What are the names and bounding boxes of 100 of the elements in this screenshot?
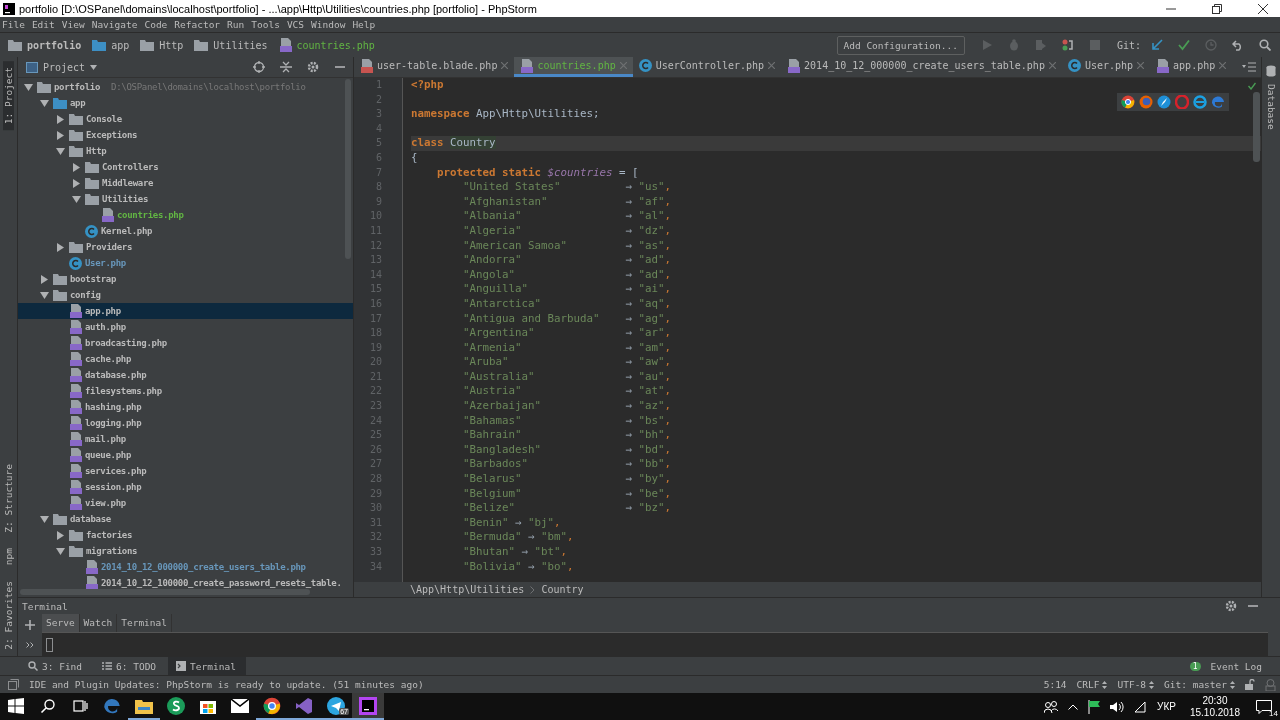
tool-window-button[interactable]: Terminal [168, 657, 246, 675]
tab-list-icon[interactable] [1242, 62, 1256, 72]
scrollbar[interactable] [1253, 92, 1260, 162]
editor-tab[interactable]: User.php [1061, 57, 1151, 77]
menu-item[interactable]: View [61, 19, 85, 30]
menu-item[interactable]: Code [144, 19, 168, 30]
tree-item[interactable]: broadcasting.php [18, 335, 353, 351]
tool-window-tab[interactable]: Z: Structure [3, 457, 14, 539]
tree-item[interactable]: portfolio D:\OSPanel\domains\localhost\portfolio [18, 79, 353, 95]
editor-tab[interactable]: 2014_10_12_000000_create_users_table.php [781, 57, 1062, 77]
search-icon[interactable] [40, 697, 56, 714]
menu-item[interactable]: Edit [31, 19, 55, 30]
people-icon[interactable] [1044, 699, 1059, 714]
tree-item[interactable]: Exceptions [18, 127, 353, 143]
tree-item[interactable]: 2014_10_12_100000_create_password_resets_table. [18, 575, 353, 591]
panel-title[interactable]: Project [43, 61, 86, 73]
mail-icon[interactable] [231, 698, 249, 713]
tree-item[interactable]: database [18, 511, 353, 527]
edge-browser-icon[interactable] [103, 696, 121, 715]
collapse-icon[interactable] [280, 61, 292, 73]
breadcrumb-item[interactable]: Country [541, 584, 584, 595]
visual-studio-icon[interactable] [295, 696, 313, 715]
expanded-arrow-icon[interactable] [40, 98, 49, 108]
scrollbar[interactable] [20, 589, 310, 595]
editor-tab[interactable]: UserController.php [632, 57, 782, 77]
encoding-selector[interactable]: UTF-8 [1117, 679, 1155, 690]
windows-start-icon[interactable] [8, 697, 24, 714]
expanded-arrow-icon[interactable] [56, 146, 65, 156]
menu-item[interactable]: Window [311, 19, 346, 30]
language-indicator[interactable]: УКР [1157, 701, 1176, 712]
tree-item[interactable]: hashing.php [18, 399, 353, 415]
tool-window-button[interactable]: 6: TODO [94, 657, 167, 675]
flag-icon[interactable] [1088, 699, 1101, 714]
menu-item[interactable]: File [2, 19, 25, 30]
notification-center-button[interactable]: 14 [1248, 693, 1280, 720]
chrome-icon[interactable] [263, 696, 281, 715]
menu-item[interactable]: VCS [286, 19, 305, 30]
tree-item[interactable]: factories [18, 527, 353, 543]
terminal-input[interactable] [42, 632, 1268, 656]
undo-icon[interactable] [1232, 39, 1244, 51]
settings-icon[interactable] [1225, 600, 1237, 612]
browser-icon[interactable] [1121, 95, 1135, 109]
breadcrumb-item[interactable]: Http [159, 39, 184, 51]
line-separator-selector[interactable]: CRLF [1076, 679, 1108, 690]
tree-item[interactable]: bootstrap [18, 271, 353, 287]
scrollbar[interactable] [345, 79, 351, 259]
volume-icon[interactable] [1110, 700, 1125, 713]
tree-item[interactable]: app.php [18, 303, 353, 319]
cursor-position[interactable]: 5:14 [1043, 679, 1067, 690]
menu-item[interactable]: Tools [251, 19, 280, 30]
tree-item[interactable]: session.php [18, 479, 353, 495]
tool-window-tab[interactable]: 2: Favorites [3, 575, 14, 656]
collapsed-arrow-icon[interactable] [56, 530, 65, 540]
browser-icon[interactable] [1157, 95, 1171, 109]
tool-window-button[interactable]: 3: Find [20, 657, 93, 675]
collapsed-arrow-icon[interactable] [72, 162, 81, 172]
expanded-arrow-icon[interactable] [40, 514, 49, 524]
settings-icon[interactable] [307, 61, 319, 73]
task-view-icon[interactable] [72, 697, 88, 714]
expanded-arrow-icon[interactable] [24, 82, 33, 92]
more-icon[interactable] [26, 642, 34, 648]
breadcrumb-item[interactable]: app [111, 39, 130, 51]
dropdown-caret-icon[interactable] [90, 64, 98, 70]
tree-item[interactable]: mail.php [18, 431, 353, 447]
file-explorer-icon[interactable] [135, 697, 153, 714]
tree-item[interactable]: database.php [18, 367, 353, 383]
menu-item[interactable]: Help [352, 19, 376, 30]
attach-icon[interactable] [1061, 39, 1074, 51]
collapsed-arrow-icon[interactable] [40, 274, 49, 284]
run-configuration-button[interactable]: Add Configuration... [836, 35, 965, 55]
status-message[interactable]: IDE and Plugin Updates: PhpStorm is ready to update. (51 minutes ago) [29, 679, 424, 690]
terminal-tab[interactable]: Serve [42, 614, 80, 632]
clock[interactable]: 20:30 15.10.2018 [1189, 693, 1240, 720]
tree-item[interactable]: filesystems.php [18, 383, 353, 399]
tree-item[interactable]: Kernel.php [18, 223, 353, 239]
expanded-arrow-icon[interactable] [40, 290, 49, 300]
restore-icon[interactable] [1212, 3, 1222, 14]
git-branch-selector[interactable]: Git: master [1164, 679, 1235, 690]
breadcrumb-item[interactable]: portfolio [27, 39, 82, 51]
collapsed-arrow-icon[interactable] [72, 178, 81, 188]
phpstorm-icon[interactable] [359, 696, 377, 715]
tree-item[interactable]: countries.php [18, 207, 353, 223]
tree-item[interactable]: services.php [18, 463, 353, 479]
tree-item[interactable]: Http [18, 143, 353, 159]
plus-icon[interactable] [25, 620, 35, 630]
tree-item[interactable]: cache.php [18, 351, 353, 367]
database-icon[interactable] [1266, 65, 1276, 77]
event-log-button[interactable]: Event Log [1202, 657, 1272, 675]
breadcrumb-item[interactable]: Utilities [213, 39, 268, 51]
menu-item[interactable]: Refactor [174, 19, 221, 30]
editor-tab[interactable]: countries.php [514, 57, 633, 77]
collapsed-arrow-icon[interactable] [56, 242, 65, 252]
tool-window-tab[interactable]: 1: Project [3, 61, 14, 131]
menu-item[interactable]: Navigate [91, 19, 138, 30]
editor-tab[interactable]: app.php [1150, 57, 1233, 77]
tree-item[interactable]: Utilities [18, 191, 353, 207]
tree-item[interactable]: app [18, 95, 353, 111]
tool-window-tab[interactable]: Database [1265, 80, 1277, 134]
menu-item[interactable]: Run [227, 19, 245, 30]
expanded-arrow-icon[interactable] [72, 194, 81, 204]
